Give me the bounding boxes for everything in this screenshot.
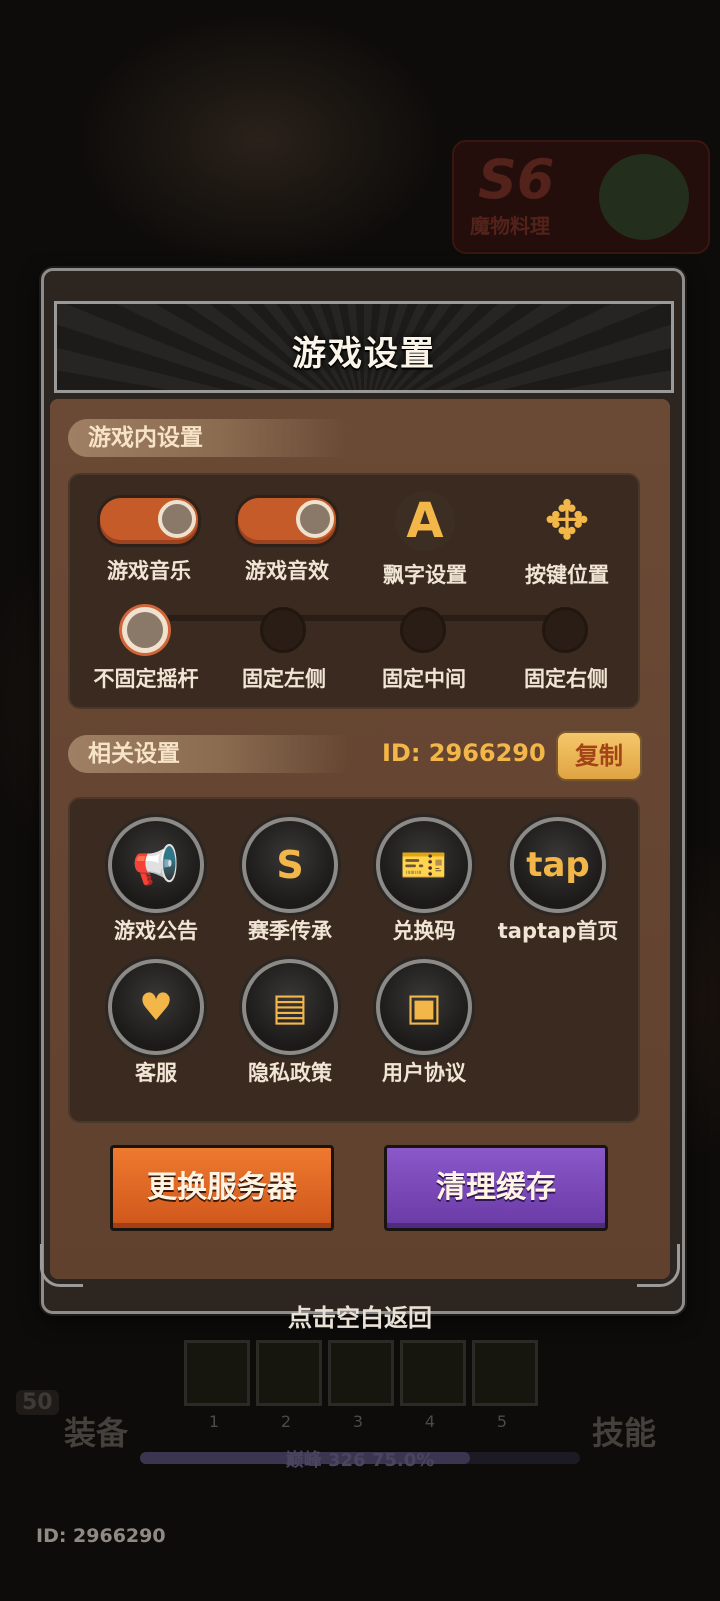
joystick-option-left[interactable] <box>260 607 306 653</box>
panel-header: 游戏设置 <box>54 301 674 393</box>
float-text-setting[interactable]: A 飘字设置 <box>360 491 490 589</box>
clear-cache-button[interactable]: 清理缓存 <box>384 1145 608 1231</box>
panel-corner-ornament <box>637 1244 680 1287</box>
slot-number: 3 <box>352 1412 364 1431</box>
taptap-icon: tap <box>510 817 606 913</box>
season-badge: S6 魔物料理 <box>452 140 710 254</box>
customer-service-label: 客服 <box>135 1061 177 1085</box>
slot-number: 4 <box>424 1412 436 1431</box>
season-name: 魔物料理 <box>470 214 550 238</box>
user-agreement-item[interactable]: ▣ 用户协议 <box>354 959 494 1087</box>
redeem-code-label: 兑换码 <box>392 919 456 943</box>
taptap-label: taptap首页 <box>497 919 619 943</box>
season-s-icon: S <box>242 817 338 913</box>
joystick-option-right[interactable] <box>542 607 588 653</box>
font-a-icon: A <box>395 491 455 551</box>
tap-to-return-hint[interactable]: 点击空白返回 <box>0 1298 720 1333</box>
ingame-section-label: 游戏内设置 <box>68 419 348 457</box>
customer-service-item[interactable]: ♥ 客服 <box>86 959 226 1087</box>
panel-title: 游戏设置 <box>292 334 436 374</box>
joystick-option-center[interactable] <box>400 607 446 653</box>
customer-service-icon: ♥ <box>108 959 204 1055</box>
float-text-label: 飘字设置 <box>383 563 467 587</box>
music-setting: 游戏音乐 <box>84 495 214 585</box>
panel-corner-ornament <box>40 1244 83 1287</box>
skill-slot[interactable] <box>400 1340 466 1406</box>
footer-id: ID: 2966290 <box>36 1525 166 1547</box>
music-toggle[interactable] <box>97 495 201 547</box>
move-arrows-icon: ✥ <box>544 489 590 552</box>
copy-id-button[interactable]: 复制 <box>556 731 642 781</box>
megaphone-icon: 📢 <box>108 817 204 913</box>
announcement-item[interactable]: 📢 游戏公告 <box>86 817 226 945</box>
sfx-setting: 游戏音效 <box>222 495 352 585</box>
privacy-policy-label: 隐私政策 <box>248 1061 332 1085</box>
joystick-label-left: 固定左侧 <box>242 667 326 691</box>
announcement-label: 游戏公告 <box>114 919 198 943</box>
season-inherit-label: 赛季传承 <box>248 919 332 943</box>
skill-slot[interactable] <box>256 1340 322 1406</box>
joystick-label-free: 不固定摇杆 <box>93 667 199 691</box>
related-section-label: 相关设置 <box>68 735 348 773</box>
ingame-settings-box: 游戏音乐 游戏音效 A 飘字设置 ✥ 按键位置 不固定摇杆 固定左侧 固定中间 … <box>68 473 640 709</box>
joystick-option-free[interactable] <box>122 607 168 653</box>
sfx-toggle[interactable] <box>235 495 339 547</box>
key-position-label: 按键位置 <box>525 563 609 587</box>
related-settings-box: 📢 游戏公告 S 赛季传承 🎫 兑换码 tap taptap首页 ♥ 客服 ▤ <box>68 797 640 1123</box>
music-label: 游戏音乐 <box>107 559 191 583</box>
skill-slot[interactable] <box>328 1340 394 1406</box>
toggle-knob <box>158 500 196 538</box>
slot-number: 1 <box>208 1412 220 1431</box>
user-agreement-label: 用户协议 <box>382 1061 466 1085</box>
key-position-setting[interactable]: ✥ 按键位置 <box>502 491 632 589</box>
panel-body: 游戏内设置 游戏音乐 游戏音效 A 飘字设置 ✥ 按键位置 不固定摇杆 固定左侧… <box>40 399 680 1287</box>
slot-number: 2 <box>280 1412 292 1431</box>
player-id: ID: 2966290 <box>382 739 546 767</box>
joystick-label-center: 固定中间 <box>382 667 466 691</box>
ticket-icon: 🎫 <box>376 817 472 913</box>
season-inherit-item[interactable]: S 赛季传承 <box>220 817 360 945</box>
joystick-track <box>150 615 580 621</box>
skill-slot[interactable] <box>472 1340 538 1406</box>
joystick-label-right: 固定右侧 <box>524 667 608 691</box>
document-icon: ▤ <box>242 959 338 1055</box>
player-level: 50 <box>16 1390 59 1415</box>
change-server-button[interactable]: 更换服务器 <box>110 1145 334 1231</box>
taptap-icon-text: tap <box>526 845 590 885</box>
taptap-item[interactable]: tap taptap首页 <box>488 817 628 945</box>
season-mascot <box>599 154 689 240</box>
exp-text: 巅峰 326 75.0% <box>285 1450 435 1471</box>
user-card-icon: ▣ <box>376 959 472 1055</box>
sfx-label: 游戏音效 <box>245 559 329 583</box>
settings-panel: 游戏设置 游戏内设置 游戏音乐 游戏音效 A 飘字设置 ✥ 按键位置 不固定摇杆… <box>40 268 685 1314</box>
toggle-knob <box>296 500 334 538</box>
redeem-code-item[interactable]: 🎫 兑换码 <box>354 817 494 945</box>
slot-number: 5 <box>496 1412 508 1431</box>
season-code: S6 <box>478 148 555 211</box>
privacy-policy-item[interactable]: ▤ 隐私政策 <box>220 959 360 1087</box>
skill-slot[interactable] <box>184 1340 250 1406</box>
